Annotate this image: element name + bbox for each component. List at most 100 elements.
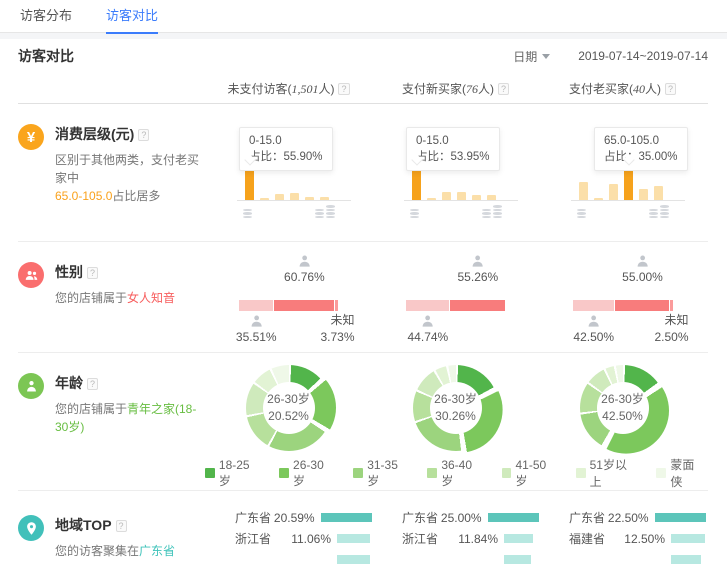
row-age: 年龄? 您的店铺属于青年之家(18-30岁) 26-30岁 20.52% 26-…	[18, 353, 708, 491]
coins-icon	[315, 205, 335, 218]
region-bar	[671, 534, 705, 543]
male-icon	[421, 314, 435, 328]
help-icon[interactable]: ?	[87, 267, 98, 279]
gender-bar	[239, 300, 339, 311]
male-cluster: 44.74%	[408, 314, 449, 344]
top-tabbar: 访客分布 访客对比	[0, 0, 727, 33]
consumption-chart-unpaid: 0-15.0 占比：55.90%	[205, 104, 372, 241]
axis-icons	[243, 205, 335, 218]
male-segment	[406, 300, 450, 311]
female-icon	[297, 254, 311, 268]
yen-icon: ¥	[18, 124, 44, 150]
region-bar	[671, 555, 701, 564]
tab-visitor-distribution[interactable]: 访客分布	[20, 0, 72, 33]
region-bar	[337, 534, 370, 543]
male-icon	[249, 314, 263, 328]
coin-icon	[410, 205, 419, 218]
legend-swatch	[279, 468, 289, 478]
gender-chart-new-buyers: 55.26% 44.74%	[372, 242, 539, 352]
age-donut-unpaid: 26-30岁 20.52%	[205, 353, 372, 456]
bar	[290, 193, 299, 200]
help-icon[interactable]: ?	[498, 83, 509, 95]
legend-item[interactable]: 31-35岁	[353, 458, 409, 489]
male-icon	[587, 314, 601, 328]
female-segment	[450, 300, 504, 311]
region-row: 广东省22.50%	[569, 507, 706, 528]
axis-line	[404, 200, 518, 201]
region-chart-unpaid: 广东省20.59% 浙江省11.06%	[205, 491, 372, 570]
axis-icons	[410, 205, 502, 218]
chart-tooltip: 0-15.0 占比：55.90%	[239, 127, 333, 171]
age-legend: 18-25岁 26-30岁 31-35岁 36-40岁 41-50岁 51岁以上蒙面侠	[205, 456, 706, 490]
legend-item[interactable]: 41-50岁	[502, 458, 558, 489]
male-segment	[239, 300, 274, 311]
legend-swatch	[656, 468, 666, 478]
bar	[457, 192, 466, 200]
legend-swatch	[353, 468, 363, 478]
region-row: 广东省25.00%	[402, 507, 539, 528]
legend-swatch	[502, 468, 512, 478]
help-icon[interactable]: ?	[87, 378, 98, 390]
female-cluster: 60.76%	[284, 254, 325, 284]
coin-icon	[243, 205, 252, 218]
region-row	[235, 549, 372, 570]
region-row	[402, 549, 539, 570]
female-icon	[471, 254, 485, 268]
column-header-returning-buyers: 支付老买家(40人)?	[539, 80, 706, 97]
bar	[639, 189, 648, 200]
row-region: 地域TOP? 您的访客聚集在广东省 广东省20.59% 浙江省11.06% 广东…	[18, 491, 708, 561]
region-row: 广东省20.59%	[235, 507, 372, 528]
location-pin-icon	[18, 515, 44, 541]
row-title-age: 年龄	[55, 375, 83, 391]
column-header-unpaid: 未支付访客(1,501人)?	[205, 80, 372, 97]
region-bar	[321, 513, 372, 522]
date-dropdown[interactable]: 日期	[513, 48, 550, 65]
column-header-new-buyers: 支付新买家(76人)?	[372, 80, 539, 97]
column-headers: 未支付访客(1,501人)? 支付新买家(76人)? 支付老买家(40人)?	[18, 73, 708, 104]
bar-group	[245, 168, 329, 200]
help-icon[interactable]: ?	[138, 129, 149, 141]
row-title-gender: 性别	[55, 264, 83, 280]
legend-item[interactable]: 18-25岁	[205, 458, 261, 489]
bar-group	[412, 168, 496, 200]
bar	[442, 192, 451, 200]
consumption-chart-new-buyers: 0-15.0 占比：53.95%	[372, 104, 539, 241]
age-label-cell: 年龄? 您的店铺属于青年之家(18-30岁)	[18, 353, 205, 456]
page-header: 访客对比 日期 2019-07-14~2019-07-14	[0, 39, 727, 73]
gender-chart-unpaid: 60.76% 35.51% 未知 3.73%	[205, 242, 372, 352]
row-desc-age: 您的店铺属于青年之家(18-30岁)	[55, 400, 205, 436]
unknown-label: 未知 3.73%	[320, 312, 354, 346]
bar	[654, 186, 663, 200]
legend-item[interactable]: 26-30岁	[279, 458, 335, 489]
unknown-segment	[670, 300, 672, 311]
legend-item[interactable]: 51岁以上	[576, 456, 639, 490]
bar	[579, 182, 588, 200]
page-title: 访客对比	[18, 46, 74, 66]
help-icon[interactable]: ?	[665, 83, 676, 95]
gender-label-cell: 性别? 您的店铺属于女人知音	[18, 242, 205, 352]
row-desc-region: 您的访客聚集在广东省	[55, 542, 175, 560]
date-range[interactable]: 2019-07-14~2019-07-14	[578, 49, 708, 63]
unknown-label: 未知 2.50%	[654, 312, 688, 346]
row-title-consumption: 消费层级(元)	[55, 126, 134, 142]
region-label-cell: 地域TOP? 您的访客聚集在广东省	[18, 491, 205, 570]
row-title-region: 地域TOP	[55, 517, 112, 533]
female-segment	[274, 300, 334, 311]
chart-tooltip: 0-15.0 占比：53.95%	[406, 127, 500, 171]
axis-line	[571, 200, 685, 201]
gender-chart-returning-buyers: 55.00% 42.50% 未知 2.50%	[539, 242, 706, 352]
female-cluster: 55.26%	[458, 254, 499, 284]
help-icon[interactable]: ?	[338, 83, 349, 95]
legend-item[interactable]: 36-40岁	[427, 458, 483, 489]
donut-center-label: 26-30岁 42.50%	[580, 365, 666, 451]
gender-bar	[406, 300, 506, 311]
region-bar	[504, 534, 533, 543]
region-bar	[337, 555, 370, 564]
legend-item[interactable]: 蒙面侠	[656, 456, 706, 490]
bar	[245, 168, 254, 200]
tab-visitor-comparison[interactable]: 访客对比	[106, 0, 158, 33]
age-donut-returning-buyers: 26-30岁 42.50%	[539, 353, 706, 456]
female-segment	[615, 300, 669, 311]
help-icon[interactable]: ?	[116, 520, 127, 532]
age-donut-new-buyers: 26-30岁 30.26%	[372, 353, 539, 456]
